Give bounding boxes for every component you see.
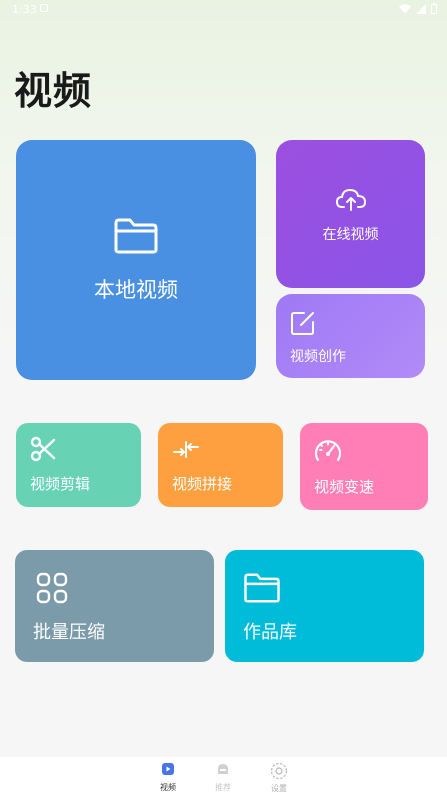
video-cut-label: 视频剪辑 <box>30 475 91 493</box>
cloud-upload-icon <box>336 188 366 211</box>
bottom-nav: 视频 推荐 设置 <box>0 757 447 796</box>
video-create-card[interactable]: 视频创作 <box>276 294 425 378</box>
local-video-card[interactable]: 本地视频 <box>16 140 256 380</box>
status-icons <box>399 3 437 14</box>
grid-icon <box>36 572 68 604</box>
local-video-label: 本地视频 <box>94 278 178 302</box>
gear-icon <box>270 762 288 780</box>
video-speed-label: 视频变速 <box>314 478 375 496</box>
video-play-icon <box>162 763 174 775</box>
status-time: 1:33 <box>12 3 37 16</box>
nav-tab-recommend[interactable]: 推荐 <box>203 761 243 793</box>
batch-compress-label: 批量压缩 <box>33 622 105 643</box>
folder-icon <box>114 218 158 254</box>
notification-icon <box>40 4 48 12</box>
nav-label-video: 视频 <box>160 783 176 792</box>
signal-icon <box>416 3 426 14</box>
status-bar: 1:33 <box>0 0 447 20</box>
video-join-card[interactable]: 视频拼接 <box>158 423 283 507</box>
video-cut-card[interactable]: 视频剪辑 <box>16 423 141 507</box>
battery-icon <box>431 3 437 14</box>
folder-icon <box>244 573 280 603</box>
video-create-label: 视频创作 <box>290 349 346 365</box>
nav-label-recommend: 推荐 <box>215 783 231 792</box>
page-title: 视频 <box>14 69 93 113</box>
scissors-icon <box>30 436 56 462</box>
works-library-label: 作品库 <box>243 622 297 643</box>
recommend-icon <box>218 764 228 774</box>
works-library-card[interactable]: 作品库 <box>225 550 424 662</box>
batch-compress-card[interactable]: 批量压缩 <box>15 550 214 662</box>
speedometer-icon <box>314 440 342 462</box>
video-speed-card[interactable]: 视频变速 <box>300 423 428 510</box>
nav-tab-video[interactable]: 视频 <box>148 761 188 793</box>
online-video-label: 在线视频 <box>322 227 379 243</box>
video-join-label: 视频拼接 <box>172 475 233 493</box>
nav-label-settings: 设置 <box>271 784 287 793</box>
edit-icon <box>291 312 314 335</box>
wifi-icon <box>399 3 411 13</box>
online-video-card[interactable]: 在线视频 <box>276 140 425 288</box>
nav-tab-settings[interactable]: 设置 <box>259 761 299 794</box>
merge-arrows-icon <box>173 441 199 458</box>
